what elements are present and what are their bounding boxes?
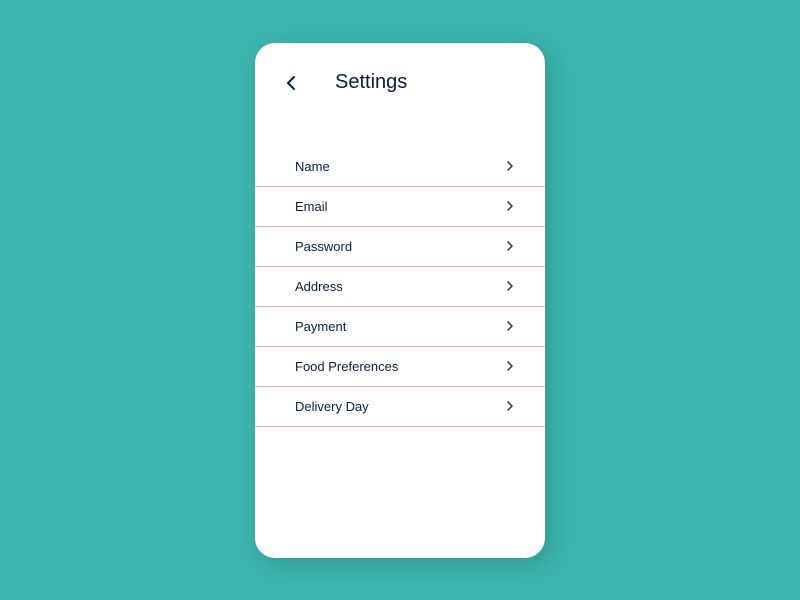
back-button[interactable] xyxy=(279,71,303,95)
settings-item-label: Password xyxy=(295,239,352,254)
chevron-right-icon xyxy=(503,239,517,253)
page-title: Settings xyxy=(335,71,407,94)
settings-item-label: Food Preferences xyxy=(295,359,398,374)
chevron-right-icon xyxy=(503,159,517,173)
settings-item-delivery-day[interactable]: Delivery Day xyxy=(255,387,545,427)
chevron-right-icon xyxy=(503,399,517,413)
settings-item-label: Email xyxy=(295,199,328,214)
chevron-right-icon xyxy=(503,359,517,373)
settings-item-food-preferences[interactable]: Food Preferences xyxy=(255,347,545,387)
settings-item-email[interactable]: Email xyxy=(255,187,545,227)
settings-item-label: Payment xyxy=(295,319,346,334)
chevron-right-icon xyxy=(503,319,517,333)
header: Settings xyxy=(255,43,545,111)
settings-screen: Settings Name Email Password Address xyxy=(255,43,545,558)
chevron-right-icon xyxy=(503,199,517,213)
settings-list: Name Email Password Address Payment xyxy=(255,147,545,427)
settings-item-address[interactable]: Address xyxy=(255,267,545,307)
settings-item-name[interactable]: Name xyxy=(255,147,545,187)
chevron-left-icon xyxy=(286,75,296,91)
settings-item-label: Address xyxy=(295,279,343,294)
settings-item-label: Delivery Day xyxy=(295,399,369,414)
chevron-right-icon xyxy=(503,279,517,293)
settings-item-payment[interactable]: Payment xyxy=(255,307,545,347)
settings-item-label: Name xyxy=(295,159,330,174)
settings-item-password[interactable]: Password xyxy=(255,227,545,267)
